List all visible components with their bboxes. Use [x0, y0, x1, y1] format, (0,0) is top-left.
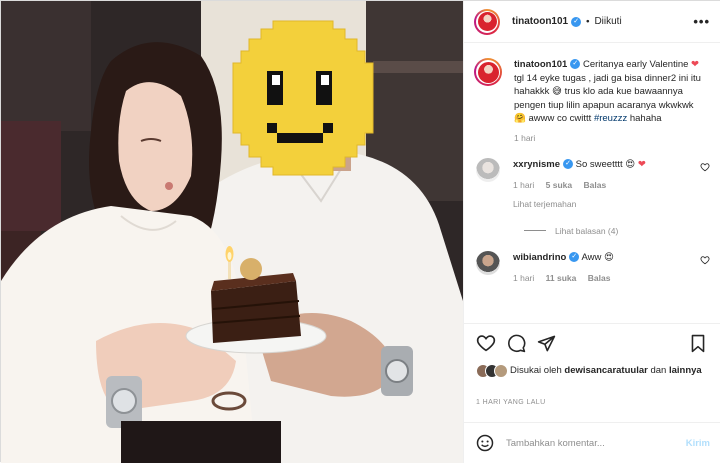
post-timestamp[interactable]: 1 HARI YANG LALU — [476, 399, 546, 406]
comment-reply-button[interactable]: Balas — [583, 180, 606, 190]
comment-item: xxrynisme ✓ So sweetttt 😍 ❤ 1 hari 5 suka… — [474, 157, 712, 209]
commenter-avatar[interactable] — [476, 157, 500, 182]
caption-hashtag[interactable]: #reuzzz — [594, 113, 627, 124]
comment-likes-count[interactable]: 5 suka — [546, 180, 572, 190]
share-icon[interactable] — [537, 334, 556, 353]
post-comment-button[interactable]: Kirim — [686, 438, 710, 449]
heart-eyes-emoji: 😍 — [603, 251, 614, 263]
verified-badge-icon: ✓ — [571, 16, 582, 27]
liked-by-others-link[interactable]: lainnya — [669, 365, 702, 376]
bookmark-icon[interactable] — [690, 334, 706, 353]
comment-text: So sweetttt — [575, 158, 623, 170]
caption-line-4: awww co cwittt — [528, 113, 592, 124]
follow-status-button[interactable]: Diikuti — [594, 16, 621, 27]
liked-by-section: Disukai oleh dewisancaratuular dan lainn… — [476, 363, 712, 379]
comment-text: Aww — [581, 251, 602, 263]
liked-by-label: Disukai oleh — [510, 365, 562, 376]
caption-author-avatar[interactable] — [474, 58, 502, 86]
caption-text: tinatoon101 ✓ Ceritanya early Valentine ❤… — [514, 58, 704, 126]
comment-timestamp[interactable]: 1 hari — [513, 180, 534, 190]
comment-input[interactable] — [506, 437, 666, 449]
comment-icon[interactable] — [507, 334, 526, 353]
author-avatar[interactable] — [474, 8, 500, 35]
verified-badge-icon: ✓ — [569, 251, 580, 262]
verified-badge-icon: ✓ — [570, 59, 581, 70]
post-action-bar — [464, 323, 720, 361]
caption-username[interactable]: tinatoon101 — [514, 59, 567, 70]
heart-icon[interactable] — [476, 334, 496, 352]
red-heart-emoji: ❤ — [691, 59, 699, 70]
author-username[interactable]: tinatoon101 — [512, 16, 568, 27]
replies-divider — [524, 230, 546, 231]
comment-timestamp[interactable]: 1 hari — [513, 273, 534, 283]
instagram-post-window: tinatoon101 ✓ • Diikuti ••• tinatoon101 ✓… — [0, 0, 720, 463]
comment-reply-button[interactable]: Balas — [588, 273, 611, 283]
caption-timestamp[interactable]: 1 hari — [514, 133, 704, 143]
post-caption: tinatoon101 ✓ Ceritanya early Valentine ❤… — [474, 58, 712, 143]
add-comment-bar: Kirim — [464, 422, 720, 463]
caption-line-5: hahaha — [629, 113, 662, 124]
heart-eyes-emoji: 😍 — [625, 158, 636, 170]
liker-avatars[interactable] — [476, 363, 508, 379]
more-options-icon[interactable]: ••• — [693, 14, 710, 29]
commenter-username[interactable]: wibiandrino — [513, 252, 566, 263]
liked-by-and: dan — [650, 365, 667, 376]
face-censor-emoji — [232, 20, 374, 176]
commenter-avatar[interactable] — [476, 250, 500, 275]
red-heart-emoji: ❤ — [637, 158, 646, 170]
emoji-icon[interactable] — [476, 434, 494, 452]
hugging-emoji: 🤗 — [514, 113, 526, 124]
comment-item: wibiandrino ✓ Aww 😍 1 hari 11 suka Balas — [474, 250, 712, 283]
commenter-username[interactable]: xxrynisme — [513, 159, 560, 170]
view-replies-label: Lihat balasan (4) — [555, 225, 619, 236]
post-photo-illustration — [1, 1, 463, 463]
post-photo[interactable] — [1, 1, 463, 463]
liked-by-text: Disukai oleh dewisancaratuular dan lainn… — [510, 363, 702, 379]
separator-dot: • — [586, 16, 590, 27]
comment-heart-icon[interactable] — [700, 255, 710, 265]
verified-badge-icon: ✓ — [563, 158, 574, 169]
comment-heart-icon[interactable] — [700, 162, 710, 172]
caption-line-1: Ceritanya early Valentine — [582, 59, 689, 70]
comments-list[interactable]: tinatoon101 ✓ Ceritanya early Valentine ❤… — [464, 44, 720, 323]
view-replies-button[interactable]: Lihat balasan (4) — [524, 226, 712, 236]
grinning-sweat-emoji: 😅 — [552, 86, 562, 97]
comment-likes-count[interactable]: 11 suka — [546, 273, 577, 283]
post-header: tinatoon101 ✓ • Diikuti ••• — [464, 1, 720, 43]
post-details-panel: tinatoon101 ✓ • Diikuti ••• tinatoon101 ✓… — [463, 1, 720, 463]
see-translation-link[interactable]: Lihat terjemahan — [513, 199, 703, 209]
liked-by-username[interactable]: dewisancaratuular — [564, 365, 647, 376]
